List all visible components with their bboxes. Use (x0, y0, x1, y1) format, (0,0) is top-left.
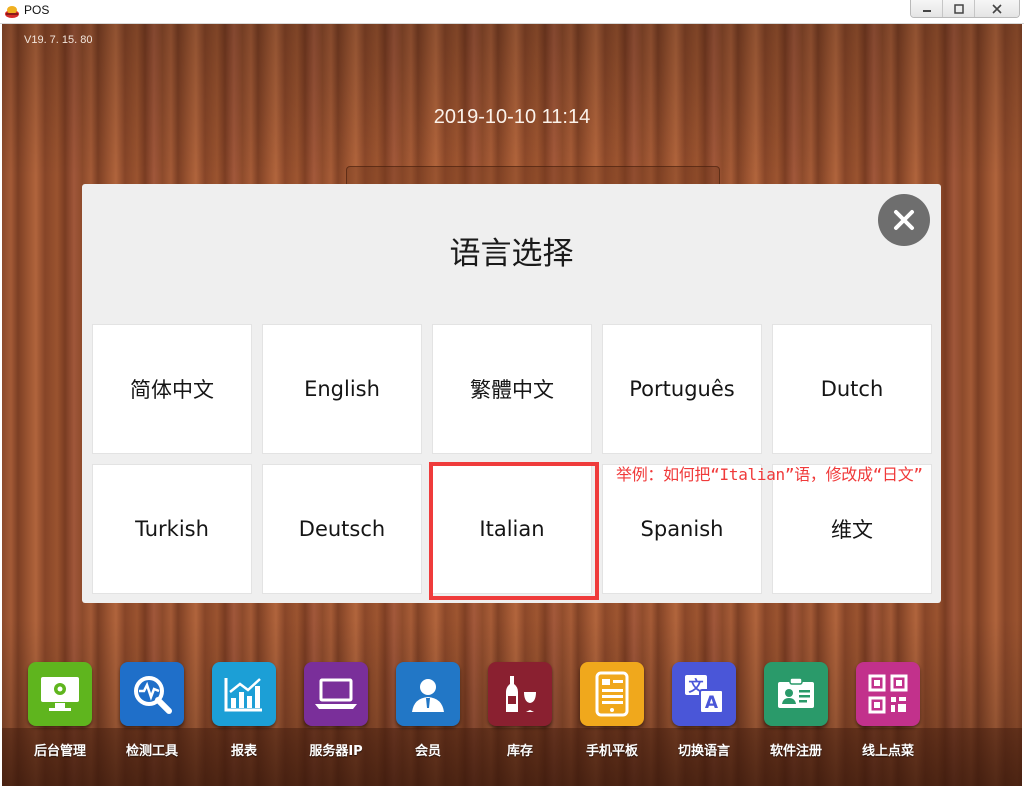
toolbar-label: 切换语言 (677, 744, 730, 759)
tablet-icon (580, 662, 644, 726)
wine-icon (488, 662, 552, 726)
language-option-portuguese[interactable]: Português (602, 324, 762, 454)
toolbar-label: 会员 (414, 744, 441, 759)
toolbar-item-switch-language[interactable]: 文A 切换语言 (658, 662, 750, 759)
language-option-zh-hans[interactable]: 简体中文 (92, 324, 252, 454)
close-dialog-button[interactable] (878, 194, 930, 246)
toolbar-item-reports[interactable]: 报表 (198, 662, 290, 759)
language-option-english[interactable]: English (262, 324, 422, 454)
window-controls (910, 0, 1020, 18)
window-titlebar: POS (0, 0, 1024, 24)
toolbar-label: 软件注册 (769, 744, 822, 759)
chart-icon (212, 662, 276, 726)
toolbar-item-mobile-tablet[interactable]: 手机平板 (566, 662, 658, 759)
close-window-icon (992, 3, 1002, 14)
close-window-button[interactable] (975, 0, 1019, 17)
toolbar-item-backend[interactable]: 后台管理 (14, 662, 106, 759)
toolbar-item-server-ip[interactable]: 服务器IP (290, 662, 382, 759)
toolbar-label: 服务器IP (309, 744, 363, 759)
toolbar-item-member[interactable]: 会员 (382, 662, 474, 759)
toolbar-label: 后台管理 (33, 744, 86, 759)
toolbar-item-inventory[interactable]: 库存 (474, 662, 566, 759)
maximize-button[interactable] (943, 0, 975, 17)
bottom-toolbar: 后台管理 检测工具 报表 服务器IP 会员 库存 手机平板 文 A 切换语言 软… (2, 650, 1022, 786)
svg-text:A: A (705, 693, 719, 713)
datetime-display: 2019-10-10 11:14 (433, 106, 591, 128)
toolbar-label: 报表 (230, 744, 257, 759)
italian-highlight-box (429, 462, 599, 600)
toolbar-item-software-registration[interactable]: 软件注册 (750, 662, 842, 759)
minimize-button[interactable] (911, 0, 943, 17)
magnifier-pulse-icon (120, 662, 184, 726)
toolbar-label: 线上点菜 (861, 744, 914, 759)
language-option-zh-hant[interactable]: 繁體中文 (432, 324, 592, 454)
maximize-icon (953, 3, 964, 14)
window-title: POS (24, 3, 50, 17)
annotation-text: 举例：如何把“Italian”语，修改成“日文” (616, 465, 923, 484)
close-icon (894, 210, 914, 230)
id-card-icon (764, 662, 828, 726)
toolbar-item-diagnostics[interactable]: 检测工具 (106, 662, 198, 759)
minimize-icon (922, 9, 931, 12)
language-option-dutch[interactable]: Dutch (772, 324, 932, 454)
member-icon (396, 662, 460, 726)
toolbar-label: 库存 (506, 744, 533, 759)
pos-app-icon (5, 6, 19, 18)
language-option-deutsch[interactable]: Deutsch (262, 464, 422, 594)
toolbar-item-online-ordering[interactable]: 线上点菜 (842, 662, 934, 759)
language-option-turkish[interactable]: Turkish (92, 464, 252, 594)
dialog-title: 语言选择 (449, 236, 574, 272)
toolbar-label: 手机平板 (585, 744, 638, 759)
qr-code-icon (856, 662, 920, 726)
monitor-gear-icon (28, 662, 92, 726)
toolbar-label: 检测工具 (125, 744, 178, 759)
translate-icon: 文A (672, 662, 736, 726)
version-label: V19. 7. 15. 80 (24, 34, 93, 46)
laptop-icon (304, 662, 368, 726)
